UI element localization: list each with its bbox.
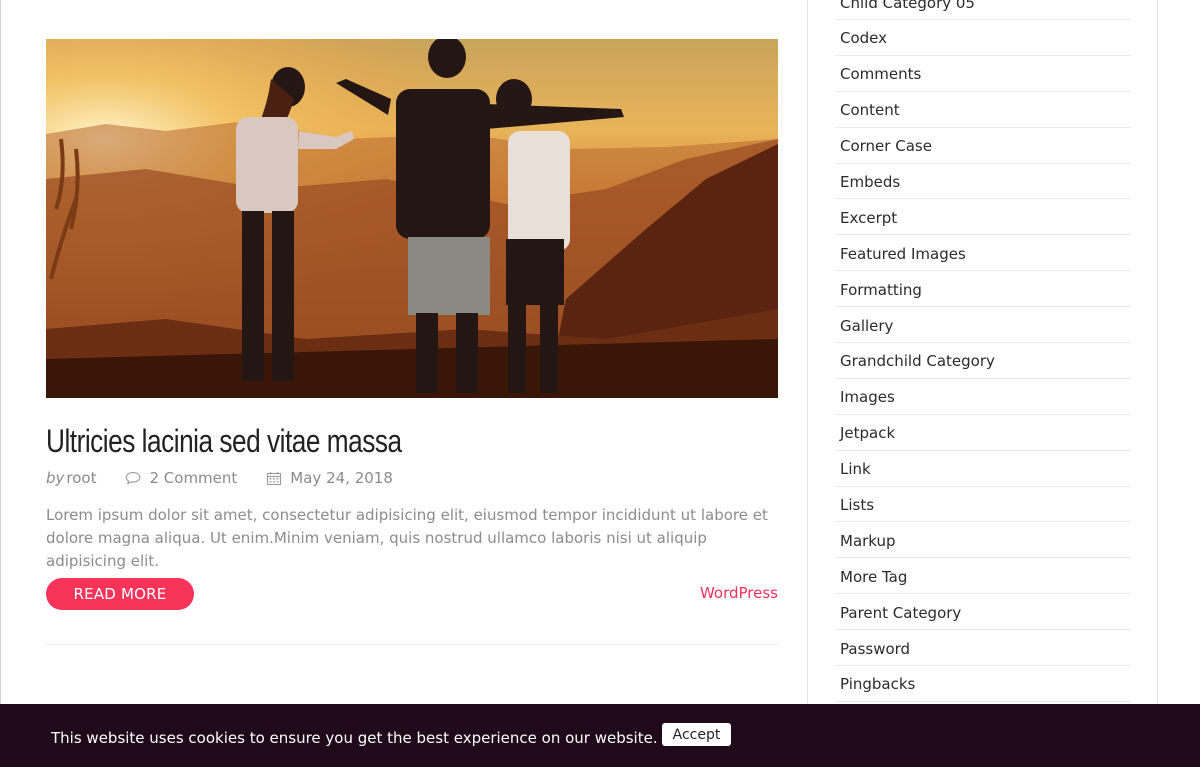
category-item[interactable]: Jetpack (835, 417, 1131, 451)
calendar-icon (265, 469, 283, 487)
category-item[interactable]: Content (835, 94, 1131, 128)
category-item[interactable]: Excerpt (835, 201, 1131, 236)
cookie-message: This website uses cookies to ensure you … (51, 728, 658, 747)
category-item[interactable]: More Tag (835, 560, 1131, 595)
category-item[interactable]: Lists (835, 488, 1131, 523)
category-item[interactable]: Password (835, 632, 1131, 667)
post-date[interactable]: May 24, 2018 (290, 469, 393, 487)
byline-label: by (46, 469, 65, 487)
category-item[interactable]: Embeds (835, 165, 1131, 200)
category-item[interactable]: Images (835, 381, 1131, 415)
post-featured-image[interactable] (46, 39, 778, 398)
category-item[interactable]: Codex (835, 22, 1131, 56)
post-category-link[interactable]: WordPress (700, 584, 778, 602)
page-border (0, 0, 1, 767)
category-item[interactable]: Featured Images (835, 237, 1131, 272)
post-excerpt: Lorem ipsum dolor sit amet, consectetur … (46, 506, 768, 570)
category-item[interactable]: Markup (835, 524, 1131, 559)
read-more-button[interactable]: READ MORE (46, 578, 194, 610)
category-item[interactable]: Comments (835, 58, 1131, 92)
category-item[interactable]: Link (835, 453, 1131, 487)
category-list: Child Category 05 Codex Comments Content… (835, 0, 1131, 702)
post-comment-count[interactable]: 2 Comment (149, 469, 237, 487)
sidebar-border-left (807, 0, 808, 767)
category-item[interactable]: Formatting (835, 273, 1131, 308)
category-item[interactable]: Child Category 05 (835, 0, 1131, 20)
category-item[interactable]: Parent Category (835, 596, 1131, 631)
cookie-consent-bar: This website uses cookies to ensure you … (0, 704, 1200, 767)
post-author[interactable]: root (66, 469, 96, 487)
post-title[interactable]: Ultricies lacinia sed vitae massa (46, 418, 402, 464)
category-item[interactable]: Grandchild Category (835, 345, 1131, 379)
accept-cookies-button[interactable]: Accept (661, 723, 732, 746)
post-meta: by root 2 Comment May 24, 2018 (46, 468, 393, 488)
comment-icon (124, 469, 142, 487)
sidebar-border-right (1157, 0, 1158, 767)
category-item[interactable]: Pingbacks (835, 668, 1131, 702)
category-item[interactable]: Gallery (835, 309, 1131, 344)
post-divider (46, 644, 778, 645)
category-item[interactable]: Corner Case (835, 130, 1131, 164)
